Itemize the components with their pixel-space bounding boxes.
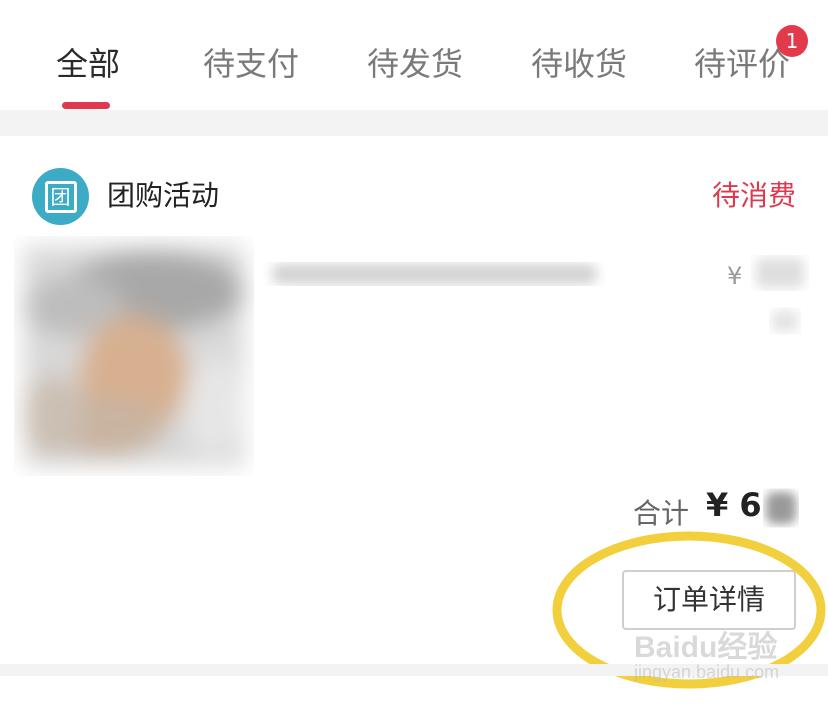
product-title-blurred (262, 252, 607, 296)
active-tab-indicator (62, 102, 110, 109)
tab-pending-receipt[interactable]: 待收货 (531, 44, 627, 84)
unit-price-blurred (750, 250, 810, 340)
unit-price-symbol: ¥ (727, 262, 743, 290)
order-tabs: 全部 待支付 待发货 待收货 待评价 1 (0, 0, 828, 110)
group-buy-icon: 团 (32, 168, 89, 225)
tab-pending-review[interactable]: 待评价 (694, 44, 790, 84)
total-amount: ¥ 6 (706, 486, 762, 524)
baidu-jingyan-watermark: Baidu经验 jingyan.baidu.com (634, 631, 780, 682)
total-label: 合计 (633, 497, 690, 530)
tab-all[interactable]: 全部 (56, 44, 120, 84)
product-thumbnail[interactable] (14, 236, 254, 476)
tab-pending-payment[interactable]: 待支付 (203, 44, 299, 84)
order-status: 待消费 (711, 179, 796, 212)
total-amount-blurred (760, 484, 802, 532)
review-count-badge: 1 (776, 25, 808, 57)
shop-name[interactable]: 团购活动 (107, 178, 219, 214)
tab-pending-shipment[interactable]: 待发货 (367, 44, 463, 84)
order-detail-button[interactable]: 订单详情 (622, 570, 796, 630)
section-divider (0, 110, 828, 136)
